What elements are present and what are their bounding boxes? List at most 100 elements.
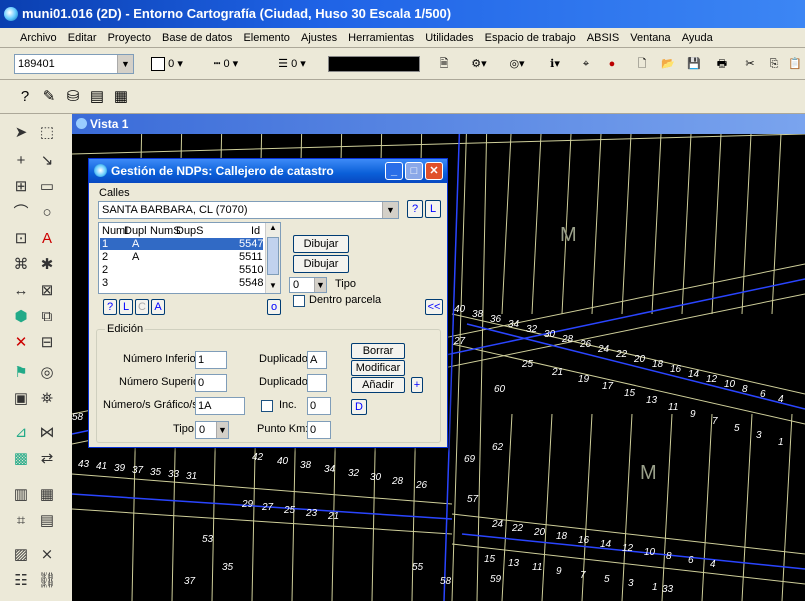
help-query-icon[interactable]: ?: [14, 86, 36, 108]
collapse-button[interactable]: <<: [425, 299, 443, 315]
ndp-list[interactable]: NumI Dupl NumS DupS Id 1 A 5547 2 A 5511…: [98, 222, 281, 294]
table-row[interactable]: 2 5510: [100, 264, 263, 276]
delete-button[interactable]: Borrar: [351, 343, 405, 359]
cell-icon[interactable]: ⌘: [10, 254, 32, 276]
rectangle-icon[interactable]: ▭: [36, 176, 58, 198]
chart-icon[interactable]: ▨: [10, 544, 32, 566]
street-locate-button[interactable]: L: [425, 200, 441, 218]
menu-ventana[interactable]: Ventana: [626, 28, 674, 48]
tipo2-select[interactable]: 0 ▼: [195, 421, 229, 439]
menu-ayuda[interactable]: Ayuda: [678, 28, 717, 48]
page-icon[interactable]: 🗎: [432, 53, 456, 75]
chevron-down-icon[interactable]: ▼: [382, 202, 398, 218]
draw-cadastre-button[interactable]: Dibujar Cat.: [293, 235, 349, 266]
replace-icon[interactable]: ⇄: [36, 448, 58, 470]
delete-icon[interactable]: ✕: [10, 332, 32, 354]
c-button[interactable]: C: [135, 299, 149, 315]
close-icon[interactable]: ✕: [425, 162, 443, 180]
smartline-icon[interactable]: ↘: [36, 150, 58, 172]
cut-icon[interactable]: ✂: [738, 53, 762, 75]
level-combo[interactable]: 189401 ▼: [14, 54, 134, 74]
grid-icon[interactable]: ▦: [36, 484, 58, 506]
coord-icon[interactable]: ⌗: [10, 510, 32, 532]
maximize-icon[interactable]: □: [405, 162, 423, 180]
a-button[interactable]: A: [151, 299, 165, 315]
menu-archivo[interactable]: Archivo: [16, 28, 61, 48]
cross-icon[interactable]: ⨯: [36, 544, 58, 566]
group-icon[interactable]: ⊟: [36, 332, 58, 354]
menu-elemento[interactable]: Elemento: [239, 28, 293, 48]
place-point-icon[interactable]: +: [10, 150, 32, 172]
o-button[interactable]: o: [267, 299, 281, 315]
connect-icon[interactable]: ◎: [36, 362, 58, 384]
inc-field[interactable]: 0: [307, 397, 331, 415]
library-icon[interactable]: ▥: [10, 484, 32, 506]
d-button[interactable]: D: [351, 399, 367, 415]
inc-checkbox[interactable]: [261, 400, 273, 412]
text-place-icon[interactable]: A: [36, 228, 58, 250]
table-row[interactable]: 3 5548: [100, 277, 263, 289]
num-superior-field[interactable]: 0: [195, 374, 227, 392]
num-grafico-field[interactable]: 1A: [195, 397, 245, 415]
plus-button[interactable]: +: [411, 377, 423, 393]
list-scrollbar[interactable]: ▲ ▼: [265, 223, 280, 293]
dentro-parcela-checkbox[interactable]: [293, 295, 305, 307]
binoculars-icon[interactable]: ⛓: [36, 570, 58, 592]
dimension-icon[interactable]: ↔: [10, 280, 32, 302]
pencil-icon[interactable]: ✎: [38, 86, 60, 108]
menu-base-de-datos[interactable]: Base de datos: [158, 28, 236, 48]
view-titlebar[interactable]: Vista 1: [72, 114, 805, 134]
topology-icon[interactable]: ⚑: [10, 362, 32, 384]
area-icon[interactable]: ▩: [10, 448, 32, 470]
duplicado-field-1[interactable]: A: [307, 351, 327, 369]
table-row[interactable]: 2 A 5511: [100, 251, 263, 263]
edit-line-icon[interactable]: ⊿: [10, 422, 32, 444]
book-icon[interactable]: ▤: [86, 86, 108, 108]
query-icon[interactable]: ▣: [10, 388, 32, 410]
color-picker[interactable]: 0 ▾: [142, 53, 192, 75]
menu-absis[interactable]: ABSIS: [583, 28, 623, 48]
fence-icon[interactable]: ⊞: [10, 176, 32, 198]
tools-icon[interactable]: ⚙▾: [462, 53, 496, 75]
arc-icon[interactable]: ⌒: [10, 202, 32, 224]
star-icon[interactable]: ✱: [36, 254, 58, 276]
select-box-icon[interactable]: ⬚: [36, 122, 58, 144]
paste-icon[interactable]: 📋: [786, 53, 804, 75]
help-button[interactable]: ?: [103, 299, 117, 315]
report-icon[interactable]: ▤: [36, 510, 58, 532]
copy-element-icon[interactable]: ⧉: [36, 306, 58, 328]
duplicado-field-2[interactable]: [307, 374, 327, 392]
new-file-icon[interactable]: 🗋: [630, 53, 654, 75]
modify-icon[interactable]: ⬢: [10, 306, 32, 328]
menu-ajustes[interactable]: Ajustes: [297, 28, 341, 48]
copy-icon[interactable]: ⎘: [764, 53, 784, 75]
measure-icon[interactable]: ⊠: [36, 280, 58, 302]
num-inferior-field[interactable]: 1: [195, 351, 227, 369]
text-edit-icon[interactable]: ⊡: [10, 228, 32, 250]
scroll-up-icon[interactable]: ▲: [269, 223, 277, 232]
menu-espacio-de-trabajo[interactable]: Espacio de trabajo: [481, 28, 580, 48]
info-icon[interactable]: ℹ▾: [538, 53, 572, 75]
line-weight-picker[interactable]: ☰ 0 ▾: [262, 53, 322, 75]
chevron-down-icon[interactable]: ▼: [216, 422, 228, 438]
tipo-select[interactable]: 0 ▼: [289, 277, 327, 293]
menu-editar[interactable]: Editar: [64, 28, 101, 48]
line-style-picker[interactable]: ┅ 0 ▾: [198, 53, 254, 75]
table-row-selected[interactable]: 1 A 5547: [100, 238, 263, 250]
chevron-down-icon[interactable]: ▼: [314, 278, 326, 292]
save-icon[interactable]: 💾: [682, 53, 706, 75]
street-select[interactable]: SANTA BARBARA, CL (7070) ▼: [98, 201, 399, 219]
database-icon[interactable]: ⛁: [62, 86, 84, 108]
snap-icon[interactable]: ⌖: [574, 53, 598, 75]
dialog-titlebar[interactable]: Gestión de NDPs: Callejero de catastro _…: [89, 159, 447, 183]
record-icon[interactable]: ●: [600, 53, 624, 75]
punto-km-field[interactable]: 0: [307, 421, 331, 439]
circle-icon[interactable]: ○: [36, 202, 58, 224]
layers-icon[interactable]: ◎▾: [500, 53, 534, 75]
street-help-button[interactable]: ?: [407, 200, 423, 218]
draw-button[interactable]: Dibujar: [293, 255, 349, 273]
modify-button[interactable]: Modificar: [351, 360, 405, 376]
chevron-down-icon[interactable]: ▼: [117, 55, 133, 73]
menu-proyecto[interactable]: Proyecto: [104, 28, 155, 48]
menu-herramientas[interactable]: Herramientas: [344, 28, 418, 48]
